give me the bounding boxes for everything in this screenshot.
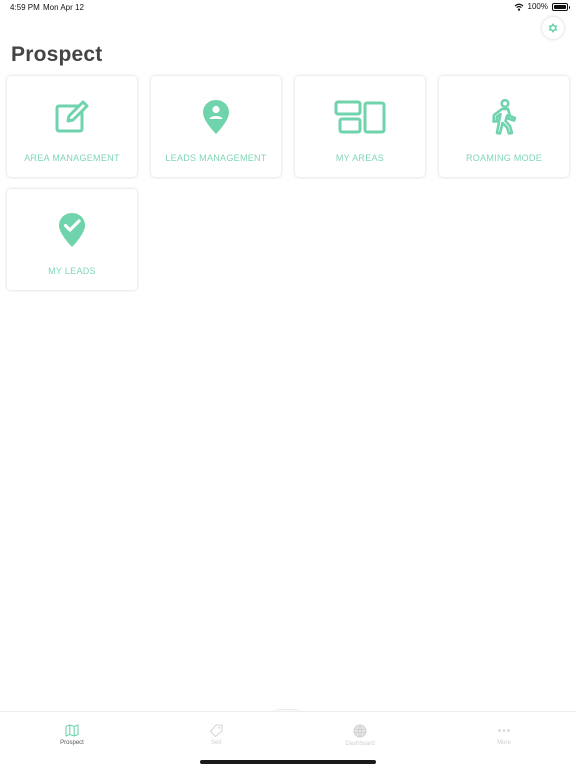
tile-roaming-mode[interactable]: ROAMING MODE [439,76,569,177]
status-date: Mon Apr 12 [43,3,84,12]
settings-button[interactable] [542,17,564,39]
status-indicators: 100% [514,2,570,11]
battery-level [554,4,566,9]
tab-label: Sell [210,740,221,746]
tile-label: ROAMING MODE [465,153,543,163]
more-icon [498,729,510,732]
tag-icon [209,724,223,737]
home-indicator [200,760,376,764]
tile-label: AREA MANAGEMENT [24,153,120,163]
tab-prospect[interactable]: Prospect [42,724,102,746]
status-time: 4:59 PM [10,3,40,12]
battery-percent: 100% [527,2,548,11]
tab-label: Prospect [60,740,84,746]
tab-bar-handle [272,709,302,713]
gear-icon [548,23,558,33]
tile-label: LEADS MANAGEMENT [165,153,267,163]
location-check-icon [59,213,85,247]
tab-dashboard[interactable]: Dashboard [330,724,390,747]
status-bar: 4:59 PM Mon Apr 12 100% [0,0,576,14]
tile-label: MY AREAS [335,153,385,163]
wifi-icon [514,3,523,11]
battery-icon [552,2,570,11]
location-user-icon [203,100,229,134]
tab-more[interactable]: More [474,724,534,746]
layout-icon [334,100,386,134]
tab-label: More [497,740,511,746]
globe-icon [353,724,367,738]
map-icon [65,724,79,737]
tile-my-areas[interactable]: MY AREAS [295,76,425,177]
page-title: Prospect [11,43,103,66]
tab-label: Dashboard [345,741,375,747]
tile-leads-management[interactable]: LEADS MANAGEMENT [151,76,281,177]
walking-icon [492,99,517,135]
tile-area-management[interactable]: AREA MANAGEMENT [7,76,137,177]
tab-sell[interactable]: Sell [186,724,246,746]
edit-icon [55,100,89,133]
tile-my-leads[interactable]: MY LEADS [7,189,137,290]
tile-label: MY LEADS [48,266,96,276]
